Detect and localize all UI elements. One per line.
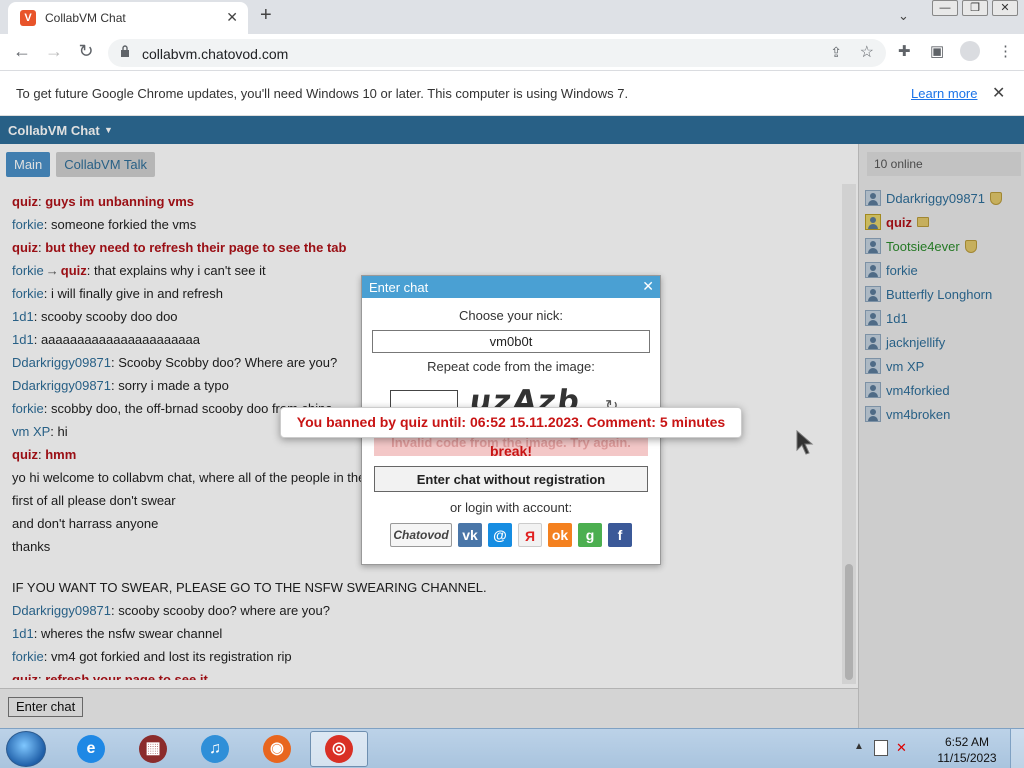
minimize-button[interactable]: —	[932, 0, 958, 16]
windows-taskbar: e ▦ ♫ ◉ ◎ ▲ ✕ 6:52 AM 11/15/2023	[0, 728, 1024, 768]
share-icon[interactable]: ⇪	[830, 44, 842, 61]
internet-explorer-icon: e	[77, 735, 105, 763]
dialog-header: Enter chat ✕	[362, 276, 660, 298]
collabvm-favicon-icon: V	[20, 10, 36, 26]
facebook-login-icon[interactable]: f	[608, 523, 632, 547]
chatovod-login-icon[interactable]: Chatovod	[390, 523, 452, 547]
start-button[interactable]	[6, 731, 46, 767]
dialog-title: Enter chat	[369, 280, 429, 295]
back-arrow-icon[interactable]: ←	[10, 41, 34, 62]
taskbar-firefox-button[interactable]: ◉	[248, 731, 306, 767]
address-bar[interactable]: collabvm.chatovod.com ⇪ ☆	[108, 39, 886, 67]
mouse-cursor-icon	[796, 430, 814, 455]
dialog-close-icon[interactable]: ✕	[642, 278, 654, 295]
or-login-label: or login with account:	[449, 500, 573, 515]
clock-date[interactable]: 11/15/2023	[932, 751, 1002, 765]
browser-toolbar: ← → ↻ collabvm.chatovod.com ⇪ ☆ ✚ ▣ ⋮	[0, 34, 1024, 71]
new-tab-button[interactable]: +	[260, 4, 272, 27]
profile-avatar[interactable]	[960, 41, 980, 61]
nick-input[interactable]	[372, 330, 650, 353]
mailru-login-icon[interactable]: @	[488, 523, 512, 547]
browser-tab-title: CollabVM Chat	[45, 11, 126, 25]
side-panel-icon[interactable]: ▣	[930, 42, 944, 60]
odnoklassniki-login-icon[interactable]: ok	[548, 523, 572, 547]
learn-more-link[interactable]: Learn more	[911, 86, 977, 101]
enter-without-registration-button[interactable]: Enter chat without registration	[374, 466, 648, 492]
browser-tab[interactable]: V CollabVM Chat ✕	[8, 2, 248, 34]
taskbar-itunes-button[interactable]: ♫	[186, 731, 244, 767]
extensions-puzzle-icon[interactable]: ✚	[898, 42, 911, 60]
firefox-icon: ◉	[263, 735, 291, 763]
menu-kebab-icon[interactable]: ⋮	[998, 42, 1013, 60]
taskbar-media-center-button[interactable]: ▦	[124, 731, 182, 767]
clock-time[interactable]: 6:52 AM	[932, 735, 1002, 749]
taskbar-internet-explorer-button[interactable]: e	[62, 731, 120, 767]
chrome-icon: ◎	[325, 735, 353, 763]
system-tray: ▲ ✕ 6:52 AM 11/15/2023	[852, 732, 1002, 766]
captcha-label: Repeat code from the image:	[427, 359, 595, 374]
bookmark-star-icon[interactable]: ☆	[860, 42, 874, 62]
yandex-login-icon[interactable]: Я	[518, 523, 542, 547]
network-icon[interactable]	[874, 740, 888, 756]
ban-notice: You banned by quiz until: 06:52 15.11.20…	[280, 407, 742, 459]
taskbar-chrome-button[interactable]: ◎	[310, 731, 368, 767]
itunes-icon: ♫	[201, 735, 229, 763]
forward-arrow-icon[interactable]: →	[42, 41, 66, 62]
infobar-close-icon[interactable]: ✕	[992, 83, 1005, 103]
reload-icon[interactable]: ↻	[74, 41, 98, 62]
media-center-icon: ▦	[139, 735, 167, 763]
lock-icon	[121, 45, 129, 57]
restore-button[interactable]: ❐	[962, 0, 988, 16]
update-infobar: To get future Google Chrome updates, you…	[0, 72, 1024, 116]
google-login-icon[interactable]: g	[578, 523, 602, 547]
window-close-button[interactable]: ✕	[992, 0, 1018, 16]
vk-login-icon[interactable]: vk	[458, 523, 482, 547]
window-controls: — ❐ ✕	[932, 0, 1018, 16]
url-text: collabvm.chatovod.com	[142, 46, 289, 62]
nick-label: Choose your nick:	[458, 308, 564, 323]
infobar-message: To get future Google Chrome updates, you…	[16, 86, 629, 101]
browser-tab-strip: V CollabVM Chat ✕ + ⌄ — ❐ ✕	[0, 0, 1024, 34]
tab-search-chevron-icon[interactable]: ⌄	[898, 8, 909, 24]
show-hidden-icons-icon[interactable]: ▲	[854, 741, 864, 752]
social-login-buttons: Chatovod vk @ Яok g f	[362, 523, 660, 547]
volume-muted-icon[interactable]: ✕	[896, 740, 907, 756]
show-desktop-button[interactable]	[1010, 729, 1024, 768]
tab-close-icon[interactable]: ✕	[226, 9, 238, 26]
